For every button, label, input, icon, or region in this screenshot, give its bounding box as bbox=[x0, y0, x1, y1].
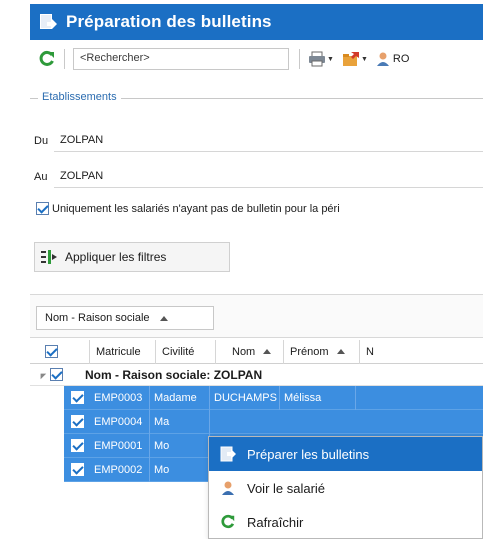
etablissements-legend: Etablissements bbox=[38, 91, 121, 103]
cell-matricule: EMP0004 bbox=[90, 409, 150, 434]
search-input[interactable]: <Rechercher> bbox=[73, 48, 289, 70]
row-checkbox[interactable] bbox=[70, 415, 84, 428]
column-matricule[interactable]: Matricule bbox=[90, 339, 156, 364]
prepare-bulletins-icon bbox=[209, 437, 247, 471]
bulletin-export-icon bbox=[38, 13, 58, 31]
au-label: Au bbox=[34, 171, 48, 183]
row-checkbox[interactable] bbox=[70, 463, 84, 476]
refresh-icon bbox=[209, 505, 247, 539]
group-checkbox[interactable] bbox=[50, 368, 63, 381]
toolbar: <Rechercher> ▼ ▼ RO bbox=[30, 44, 483, 74]
menu-item-refresh[interactable]: Rafraîchir bbox=[209, 505, 482, 539]
no-bulletin-checkbox[interactable] bbox=[36, 202, 49, 215]
window-title-bar: Préparation des bulletins bbox=[30, 4, 483, 40]
etablissements-group: Etablissements Du ZOLPAN Au ZOLPAN bbox=[30, 91, 483, 190]
collapse-icon[interactable] bbox=[37, 370, 47, 379]
user-icon bbox=[376, 52, 389, 66]
cell-civilite: Mo bbox=[150, 433, 210, 458]
menu-item-label: Rafraîchir bbox=[247, 514, 304, 530]
du-field[interactable]: ZOLPAN bbox=[54, 130, 483, 152]
du-label: Du bbox=[34, 135, 49, 147]
export-button[interactable]: ▼ bbox=[342, 51, 368, 67]
cell-civilite: Ma bbox=[150, 409, 210, 434]
cell-nom: DUCHAMPS bbox=[210, 385, 280, 410]
grid-header: Matricule Civilité Nom Prénom N bbox=[30, 339, 483, 364]
sort-ascending-icon bbox=[263, 349, 272, 354]
select-all-cell bbox=[30, 340, 64, 364]
table-row[interactable]: EMP0003 Madame DUCHAMPS Mélissa bbox=[64, 385, 483, 410]
cell-civilite: Mo bbox=[150, 457, 210, 482]
group-by-chip[interactable]: Nom - Raison sociale bbox=[36, 306, 214, 330]
cell-matricule: EMP0001 bbox=[90, 433, 150, 458]
cell-extra bbox=[356, 386, 386, 410]
cell-civilite: Madame bbox=[150, 385, 210, 410]
sort-ascending-icon bbox=[159, 315, 168, 321]
header-spacer bbox=[64, 339, 90, 364]
toolbar-separator bbox=[299, 49, 300, 69]
cell-prenom: Mélissa bbox=[280, 385, 356, 410]
window-title: Préparation des bulletins bbox=[66, 12, 272, 31]
menu-item-prepare-bulletins[interactable]: Préparer les bulletins bbox=[209, 437, 482, 471]
cell-matricule: EMP0003 bbox=[90, 385, 150, 410]
menu-item-label: Préparer les bulletins bbox=[247, 446, 370, 462]
group-row[interactable]: Nom - Raison sociale: ZOLPAN bbox=[30, 364, 483, 386]
refresh-icon[interactable] bbox=[38, 50, 56, 68]
select-all-checkbox[interactable] bbox=[45, 345, 58, 358]
export-folder-icon bbox=[342, 52, 359, 66]
no-bulletin-filter[interactable]: Uniquement les salariés n'ayant pas de b… bbox=[36, 202, 340, 215]
group-by-panel: Nom - Raison sociale bbox=[30, 294, 483, 338]
menu-item-label: Voir le salarié bbox=[247, 480, 326, 496]
toolbar-separator bbox=[64, 49, 65, 69]
column-n[interactable]: N bbox=[360, 340, 390, 364]
table-row[interactable]: EMP0004 Ma bbox=[64, 409, 483, 434]
printer-icon bbox=[309, 51, 325, 67]
context-menu: Préparer les bulletins Voir le salarié R… bbox=[208, 436, 483, 539]
filter-apply-icon bbox=[41, 250, 57, 264]
person-icon bbox=[209, 471, 247, 505]
print-button[interactable]: ▼ bbox=[308, 51, 334, 67]
cell-nom bbox=[210, 410, 386, 434]
group-label: Nom - Raison sociale: ZOLPAN bbox=[85, 367, 263, 382]
column-civilite[interactable]: Civilité bbox=[156, 339, 216, 364]
column-prenom[interactable]: Prénom bbox=[284, 339, 360, 364]
ro-button[interactable]: RO bbox=[376, 51, 410, 67]
ro-label: RO bbox=[392, 53, 410, 65]
row-checkbox[interactable] bbox=[70, 439, 84, 452]
menu-item-view-employee[interactable]: Voir le salarié bbox=[209, 471, 482, 505]
apply-filters-label: Appliquer les filtres bbox=[65, 250, 167, 264]
column-nom[interactable]: Nom bbox=[216, 339, 284, 364]
sort-ascending-icon bbox=[336, 349, 345, 354]
row-checkbox[interactable] bbox=[70, 391, 84, 404]
au-field[interactable]: ZOLPAN bbox=[54, 166, 483, 188]
no-bulletin-label: Uniquement les salariés n'ayant pas de b… bbox=[52, 202, 340, 215]
cell-matricule: EMP0002 bbox=[90, 457, 150, 482]
apply-filters-button[interactable]: Appliquer les filtres bbox=[34, 242, 230, 272]
group-by-chip-label: Nom - Raison sociale bbox=[45, 312, 150, 324]
page-margin bbox=[0, 0, 28, 539]
